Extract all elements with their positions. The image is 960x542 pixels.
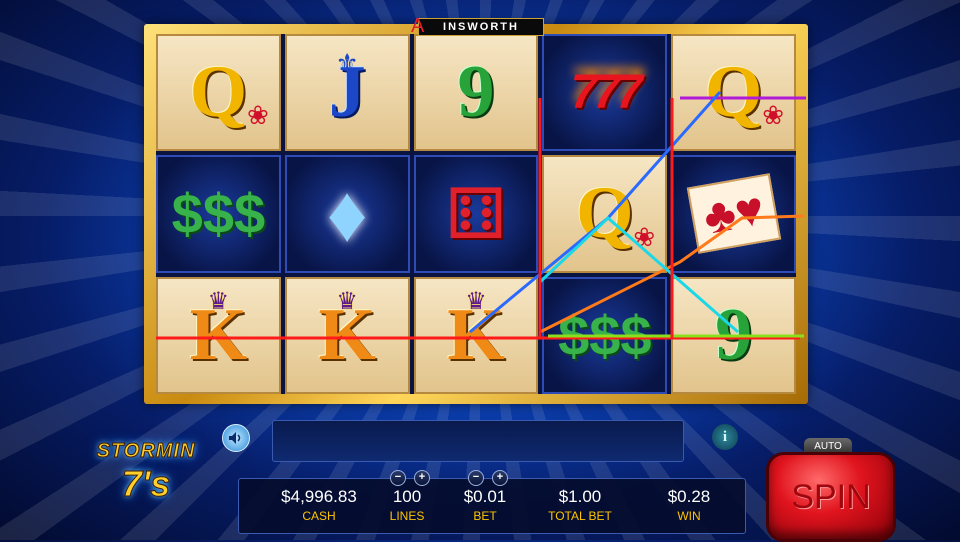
logo-subtitle: 7's	[121, 462, 171, 504]
crown-icon: ♛	[465, 287, 487, 315]
stat-lines: 100 LINES	[377, 487, 437, 523]
diamond-icon: ♦	[326, 168, 368, 258]
cash-value: $4,996.83	[281, 487, 357, 506]
crown-icon: ♛	[207, 287, 230, 315]
spin-label: SPIN	[791, 477, 871, 516]
reel-cell: ❀ Q	[671, 34, 796, 152]
reel-cell: 777	[542, 34, 668, 152]
game-logo: STORMIN 7's	[66, 424, 226, 520]
bet-minus-button[interactable]: −	[468, 470, 484, 486]
brand-mark-icon: A	[411, 15, 425, 37]
reel-cell: 9	[671, 276, 796, 394]
total-bet-label: TOTAL BET	[548, 509, 612, 523]
sevens-icon: 777	[570, 66, 643, 120]
symbol-q: Q	[704, 51, 763, 134]
bet-value: $0.01	[463, 487, 507, 506]
lines-value: 100	[392, 487, 422, 506]
reel-cell: ⚅	[413, 155, 539, 273]
speaker-icon[interactable]	[222, 424, 250, 452]
speaker-glyph	[229, 432, 241, 444]
symbol-9: 9	[715, 293, 753, 376]
reel-cell: ⚜ J	[284, 34, 410, 152]
lines-label: LINES	[389, 509, 425, 523]
reel-2: ⚜ J ♦ ♛ K	[284, 34, 410, 394]
cash-icon: $$$	[558, 303, 652, 367]
symbol-q: Q	[576, 172, 634, 255]
stat-total-bet: $1.00 TOTAL BET	[535, 487, 625, 523]
reel-cell: ❀ Q	[156, 34, 281, 152]
win-label: WIN	[677, 509, 701, 523]
symbol-9: 9	[457, 51, 495, 134]
bet-plus-button[interactable]: +	[492, 470, 508, 486]
symbol-q: Q	[189, 51, 248, 134]
message-bar	[272, 420, 684, 462]
reel-cell: ♦	[284, 155, 410, 273]
rose-icon: ❀	[762, 100, 784, 131]
reel-grid: ❀ Q $$$ ♛ K ⚜ J ♦ ♛ K 9 ⚅ ♛ K 777 ❀ Q $$$ ❀ Q ♣♥ 9	[156, 34, 796, 394]
brand-name: INSWORTH	[443, 21, 519, 33]
reel-cell: ♛ K	[156, 276, 281, 394]
stat-bet: $0.01 BET	[455, 487, 515, 523]
reel-cell: ♛ K	[284, 276, 410, 394]
info-button[interactable]: i	[712, 424, 738, 450]
bet-label: BET	[473, 509, 497, 523]
stat-win: $0.28 WIN	[649, 487, 729, 523]
reel-cell: $$$	[156, 155, 281, 273]
logo-title: STORMIN	[96, 439, 196, 462]
reel-cell: ♛ K	[413, 276, 539, 394]
brand-badge: A INSWORTH	[411, 15, 544, 37]
spin-button[interactable]: AUTO SPIN	[766, 438, 896, 542]
reel-3: 9 ⚅ ♛ K	[413, 34, 539, 394]
total-bet-value: $1.00	[558, 487, 602, 506]
stats-panel: $4,996.83 CASH 100 LINES $0.01 BET $1.00…	[238, 478, 746, 534]
lines-minus-button[interactable]: −	[390, 470, 406, 486]
reel-cell: $$$	[542, 276, 668, 394]
cash-label: CASH	[302, 509, 336, 523]
fleur-de-lis-icon: ⚜	[335, 48, 359, 78]
reel-cell: ❀ Q	[542, 155, 668, 273]
win-value: $0.28	[667, 487, 711, 506]
lines-plus-button[interactable]: +	[414, 470, 430, 486]
reel-cell: ♣♥	[671, 155, 796, 273]
reel-4: 777 ❀ Q $$$	[542, 34, 668, 394]
cards-icon: ♣♥	[686, 173, 781, 255]
spin-button-body[interactable]: SPIN	[766, 452, 896, 542]
stat-cash: $4,996.83 CASH	[259, 487, 379, 523]
rose-icon: ❀	[633, 221, 656, 252]
cash-icon: $$$	[171, 182, 266, 246]
reel-cell: 9	[413, 34, 539, 152]
reel-1: ❀ Q $$$ ♛ K	[156, 34, 281, 394]
dice-icon: ⚅	[445, 174, 507, 253]
crown-icon: ♛	[336, 287, 358, 315]
reel-5: ❀ Q ♣♥ 9	[671, 34, 796, 394]
rose-icon: ❀	[247, 100, 269, 131]
